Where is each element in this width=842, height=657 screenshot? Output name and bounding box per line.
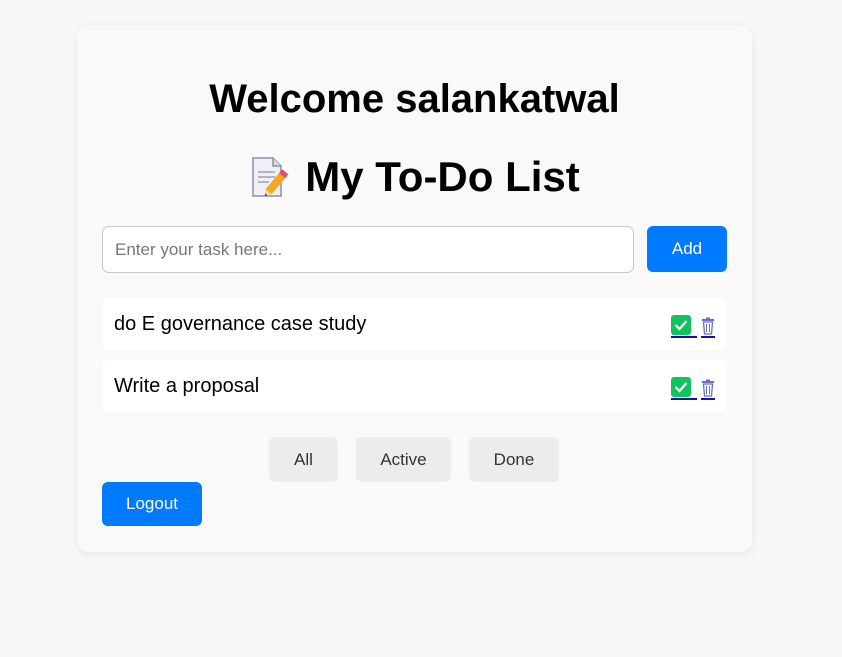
delete-link[interactable]: [701, 378, 715, 400]
todo-card: Welcome salankatwal My To-Do List Add do…: [77, 25, 752, 552]
welcome-heading: Welcome salankatwal: [209, 77, 620, 121]
task-text: Write a proposal: [114, 374, 260, 397]
trash-icon: [702, 379, 714, 397]
mark-done-link[interactable]: [671, 315, 697, 338]
delete-link[interactable]: [701, 316, 715, 338]
filter-active-button[interactable]: Active: [356, 437, 451, 482]
task-actions: [667, 315, 715, 338]
memo-icon: [252, 157, 289, 197]
add-button[interactable]: Add: [647, 226, 727, 272]
filter-done-button[interactable]: Done: [469, 437, 559, 482]
check-icon: [671, 315, 691, 335]
mark-done-link[interactable]: [671, 377, 697, 400]
trash-icon: [702, 317, 714, 335]
check-icon: [671, 377, 691, 397]
filter-bar: All Active Done: [269, 437, 559, 482]
page-title: My To-Do List: [305, 153, 580, 200]
task-item: Write a proposal: [102, 360, 727, 412]
task-actions: [667, 377, 715, 400]
title-row: My To-Do List: [77, 155, 752, 199]
filter-all-button[interactable]: All: [269, 437, 338, 482]
logout-button[interactable]: Logout: [102, 482, 202, 526]
task-item: do E governance case study: [102, 298, 727, 350]
task-input[interactable]: [102, 226, 634, 273]
task-text: do E governance case study: [114, 312, 367, 335]
